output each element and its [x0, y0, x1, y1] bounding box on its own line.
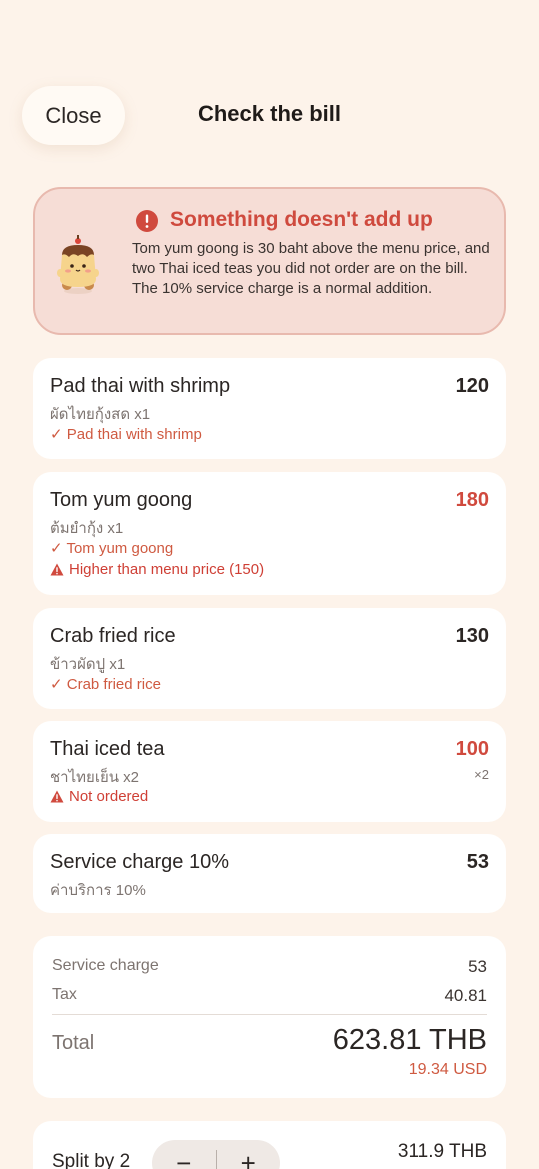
tax-value: 40.81	[444, 986, 487, 1005]
pudding-mascot-icon	[57, 235, 99, 294]
item-thai-name: ค่าบริการ 10%	[50, 882, 146, 899]
bill-check-screen: Close Check the bill Something doesn't a…	[0, 0, 539, 1169]
item-thai-name: ข้าวผัดปู x1	[50, 656, 126, 673]
item-name: Service charge 10%	[50, 851, 229, 873]
bill-item: Thai iced tea ชาไทยเย็น x2 Not ordered 1…	[33, 721, 506, 822]
alert-title: Something doesn't add up	[170, 208, 433, 231]
item-price: 100	[455, 738, 489, 760]
summary-divider	[52, 1014, 487, 1015]
item-price: 130	[455, 625, 489, 647]
item-warning: Not ordered	[50, 788, 148, 805]
item-price: 53	[466, 851, 489, 873]
item-name: Crab fried rice	[50, 625, 176, 647]
split-bill-card: Split by 2 − + 311.9 THB	[33, 1121, 506, 1169]
item-name: Pad thai with shrimp	[50, 375, 231, 397]
service-charge-value: 53	[468, 957, 487, 976]
bill-item: Pad thai with shrimp ผัดไทยกุ้งสด x1 ✓ P…	[33, 358, 506, 459]
item-price: 120	[455, 375, 489, 397]
split-label: Split by 2	[52, 1151, 131, 1169]
increase-split-button[interactable]: +	[217, 1140, 281, 1169]
tax-label: Tax	[52, 986, 77, 1003]
page-title: Check the bill	[197, 101, 342, 126]
warning-triangle-icon	[50, 563, 64, 576]
total-usd: 19.34 USD	[408, 1061, 487, 1078]
item-warning-text: Higher than menu price (150)	[69, 561, 265, 578]
discrepancy-alert: Something doesn't add up Tom yum goong i…	[33, 187, 506, 335]
decrease-split-button[interactable]: −	[152, 1140, 216, 1169]
total-label: Total	[52, 1032, 95, 1054]
bill-item: Service charge 10% ค่าบริการ 10% 53	[33, 834, 506, 913]
item-price: 180	[455, 489, 489, 511]
alert-message: Tom yum goong is 30 baht above the menu …	[132, 240, 490, 297]
item-thai-name: ต้มยำกุ้ง x1	[50, 520, 124, 537]
split-stepper: − +	[152, 1140, 280, 1169]
total-value: 623.81 THB	[332, 1024, 487, 1056]
item-match: ✓ Crab fried rice	[50, 676, 161, 693]
item-match: ✓ Tom yum goong	[50, 540, 174, 557]
item-quantity: ×2	[474, 767, 489, 782]
service-charge-row: Service charge 53	[52, 957, 487, 977]
bill-summary: Service charge 53 Tax 40.81 Total 623.81…	[33, 936, 506, 1098]
item-match: ✓ Pad thai with shrimp	[50, 426, 202, 443]
alert-circle-icon	[136, 210, 158, 232]
warning-triangle-icon	[50, 790, 64, 803]
bill-item: Crab fried rice ข้าวผัดปู x1 ✓ Crab frie…	[33, 608, 506, 709]
bill-item: Tom yum goong ต้มยำกุ้ง x1 ✓ Tom yum goo…	[33, 472, 506, 595]
item-thai-name: ชาไทยเย็น x2	[50, 769, 140, 786]
item-thai-name: ผัดไทยกุ้งสด x1	[50, 406, 151, 423]
split-amount: 311.9 THB	[397, 1141, 487, 1162]
service-charge-label: Service charge	[52, 957, 159, 974]
item-warning: Higher than menu price (150)	[50, 561, 264, 578]
tax-row: Tax 40.81	[52, 986, 487, 1006]
item-name: Tom yum goong	[50, 489, 193, 511]
item-name: Thai iced tea	[50, 738, 165, 760]
item-warning-text: Not ordered	[69, 788, 149, 805]
